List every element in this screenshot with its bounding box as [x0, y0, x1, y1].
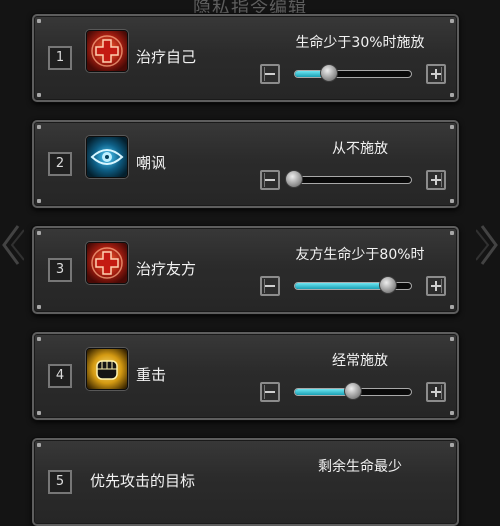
- skill-number: 3: [48, 258, 72, 282]
- cast-condition-label: 从不施放: [332, 141, 388, 157]
- skill-number: 2: [48, 152, 72, 176]
- slider-thumb[interactable]: [344, 382, 362, 400]
- decrease-button[interactable]: [260, 382, 280, 402]
- fist-icon: [86, 348, 128, 390]
- cast-threshold-slider[interactable]: [294, 64, 412, 82]
- skill-card-1: 1 治疗自己 生命少于30%时施放: [32, 14, 459, 102]
- skill-name: 优先攻击的目标: [90, 472, 196, 490]
- skill-name: 嘲讽: [136, 154, 167, 172]
- increase-button[interactable]: [426, 382, 446, 402]
- cast-condition-label: 生命少于30%时施放: [295, 35, 425, 51]
- slider-thumb[interactable]: [379, 276, 398, 294]
- decrease-button[interactable]: [260, 170, 280, 190]
- skill-name: 治疗友方: [136, 260, 197, 278]
- cast-threshold-slider[interactable]: [285, 170, 412, 188]
- cast-condition-label: 友方生命少于80%时: [295, 247, 425, 263]
- skill-card-5: 5 优先攻击的目标 剩余生命最少: [32, 438, 459, 526]
- next-arrow-icon[interactable]: [476, 222, 500, 268]
- slider-thumb[interactable]: [285, 170, 303, 188]
- cast-condition-label: 剩余生命最少: [318, 459, 402, 475]
- red-cross-icon: [86, 242, 128, 284]
- red-cross-icon: [86, 30, 128, 72]
- slider-thumb[interactable]: [320, 64, 339, 82]
- increase-button[interactable]: [426, 64, 446, 84]
- increase-button[interactable]: [426, 170, 446, 190]
- eye-icon: [86, 136, 128, 178]
- prev-arrow-icon[interactable]: [0, 222, 24, 268]
- skill-name: 重击: [136, 366, 167, 384]
- cast-condition-label: 经常施放: [332, 353, 388, 369]
- skill-card-3: 3 治疗友方 友方生命少于80%时: [32, 226, 459, 314]
- decrease-button[interactable]: [260, 276, 280, 296]
- skill-number: 5: [48, 470, 72, 494]
- slider-fill: [295, 283, 388, 289]
- skill-card-2: 2 嘲讽 从不施放: [32, 120, 459, 208]
- skill-name: 治疗自己: [136, 48, 197, 66]
- decrease-button[interactable]: [260, 64, 280, 84]
- cast-threshold-slider[interactable]: [294, 382, 412, 400]
- skill-number: 4: [48, 364, 72, 388]
- skill-card-4: 4 重击 经常施放: [32, 332, 459, 420]
- cast-threshold-slider[interactable]: [294, 276, 412, 294]
- increase-button[interactable]: [426, 276, 446, 296]
- skill-number: 1: [48, 46, 72, 70]
